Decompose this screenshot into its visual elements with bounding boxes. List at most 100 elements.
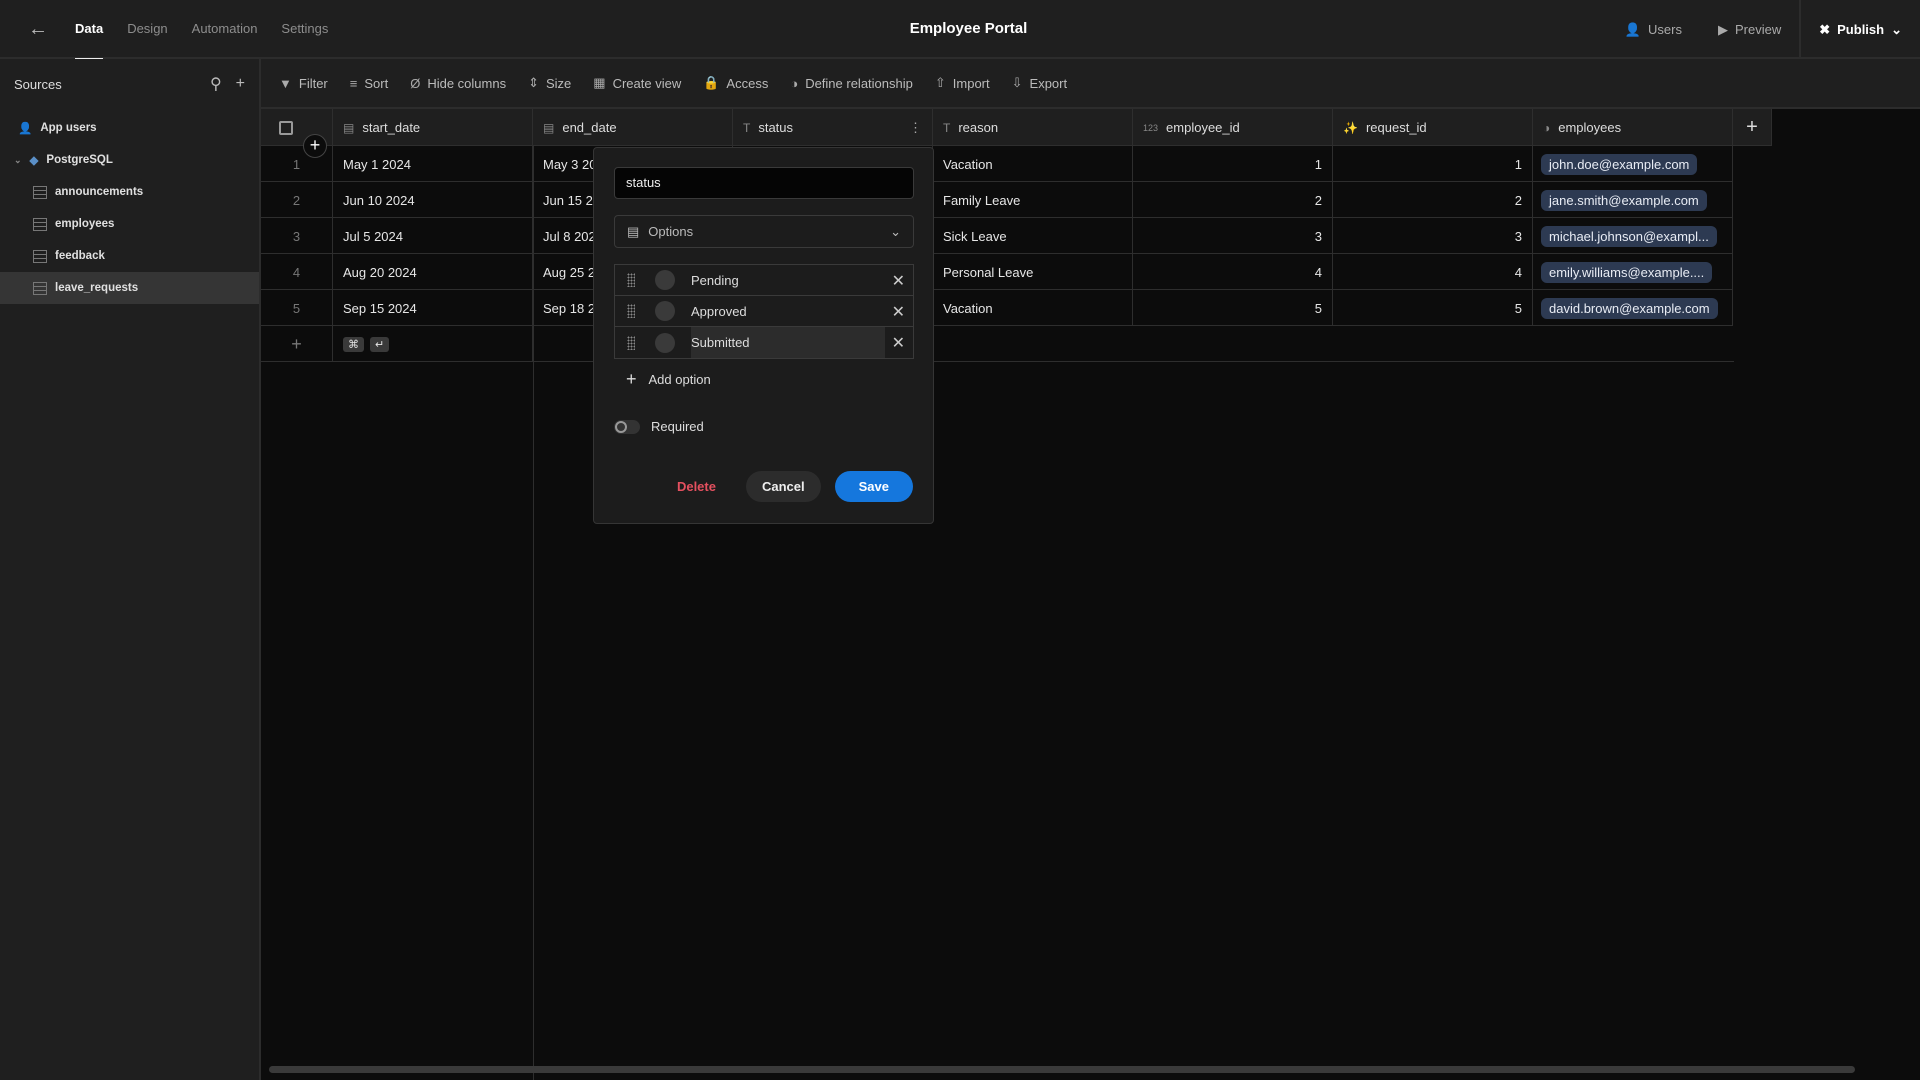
relationship-pill[interactable]: david.brown@example.com <box>1541 297 1718 319</box>
table-row[interactable]: 5 Sep 15 2024 Sep 18 2024 Vacation 5 5 david.b… <box>261 290 1733 326</box>
preview-button[interactable]: ▶ Preview <box>1700 22 1799 38</box>
users-button[interactable]: 👤 Users <box>1607 22 1700 38</box>
define-relationship-button[interactable]: ◑ Define relationship <box>790 76 913 91</box>
sidebar-item-announcements[interactable]: announcements <box>0 176 259 208</box>
relationship-pill[interactable]: john.doe@example.com <box>1541 153 1698 175</box>
option-color-picker[interactable] <box>655 270 675 290</box>
option-input[interactable]: Approved <box>691 296 913 327</box>
table-row[interactable]: 1 May 1 2024 May 3 2024 Vacation 1 1 john.doe@… <box>261 146 1733 182</box>
remove-option-icon[interactable]: ✕ <box>892 271 905 291</box>
cell-start_date[interactable]: May 1 2024 <box>333 146 533 182</box>
sidebar-item-label: announcements <box>55 186 144 198</box>
add-column-button[interactable]: + <box>1733 109 1772 146</box>
cell-request_id[interactable]: 4 <box>1333 254 1533 290</box>
filter-button[interactable]: ▼ Filter <box>279 76 328 91</box>
remove-option-icon[interactable]: ✕ <box>892 333 905 353</box>
sidebar-item-app-users[interactable]: 👤 App users <box>0 112 259 144</box>
cell-reason[interactable]: Vacation <box>933 290 1133 326</box>
delete-button[interactable]: Delete <box>661 471 732 502</box>
sidebar-item-leave-requests[interactable]: leave_requests <box>0 272 259 304</box>
cell-reason[interactable]: Sick Leave <box>933 218 1133 254</box>
import-label: Import <box>952 75 990 91</box>
relationship-pill[interactable]: jane.smith@example.com <box>1541 189 1707 211</box>
save-button[interactable]: Save <box>834 471 913 502</box>
table-row[interactable]: 2 Jun 10 2024 Jun 15 2024 Family Leave 2 2 jan… <box>261 182 1733 218</box>
cell-employee_id[interactable]: 2 <box>1133 182 1333 218</box>
relationship-pill[interactable]: michael.johnson@exampl... <box>1541 225 1717 247</box>
cell-request_id[interactable]: 3 <box>1333 218 1533 254</box>
column-header-status[interactable]: Tstatus ⋮ <box>733 109 933 146</box>
table-row[interactable]: 4 Aug 20 2024 Aug 25 2024 Personal Leave 4 4 e… <box>261 254 1733 290</box>
cell-employee_id[interactable]: 3 <box>1133 218 1333 254</box>
access-button[interactable]: 🔒 Access <box>703 75 768 91</box>
create-view-button[interactable]: ▦ Create view <box>593 75 681 91</box>
add-row-button[interactable]: + <box>261 326 333 362</box>
column-header-employee_id[interactable]: 123 employee_id <box>1133 109 1333 146</box>
import-button[interactable]: ⇧ Import <box>935 75 990 91</box>
export-button[interactable]: ⇩ Export <box>1012 75 1067 91</box>
cell-start_date[interactable]: Jul 5 2024 <box>333 218 533 254</box>
horizontal-scrollbar[interactable] <box>269 1066 1855 1073</box>
size-button[interactable]: ⇕ Size <box>528 75 571 91</box>
add-option-label: Add option <box>648 372 711 387</box>
size-label: Size <box>546 75 572 91</box>
sidebar-item-feedback[interactable]: feedback <box>0 240 259 272</box>
cell-employees[interactable]: john.doe@example.com <box>1533 146 1733 182</box>
sort-icon: ≡ <box>349 75 358 91</box>
column-name-input[interactable]: status <box>614 167 914 199</box>
column-header-label: start_date <box>362 120 421 135</box>
sidebar-item-employees[interactable]: employees <box>0 208 259 240</box>
cell-employees[interactable]: jane.smith@example.com <box>1533 182 1733 218</box>
column-menu-icon[interactable]: ⋮ <box>909 120 922 136</box>
cancel-button[interactable]: Cancel <box>745 471 821 502</box>
sort-button[interactable]: ≡ Sort <box>350 76 388 91</box>
select-all-checkbox[interactable] <box>279 120 293 135</box>
column-header-request_id[interactable]: ✨ request_id <box>1333 109 1533 146</box>
cell-reason[interactable]: Family Leave <box>933 182 1133 218</box>
add-column-left-button[interactable]: + <box>303 134 327 158</box>
column-header-reason[interactable]: Treason <box>933 109 1133 146</box>
required-toggle[interactable] <box>614 419 640 434</box>
add-option-button[interactable]: + Add option <box>626 369 711 390</box>
cell-employees[interactable]: michael.johnson@exampl... <box>1533 218 1733 254</box>
row-number: 2 <box>261 182 333 218</box>
number-type-icon: 123 <box>1143 122 1159 133</box>
table-icon <box>33 185 47 199</box>
column-type-select[interactable]: ▤ Options ⌄ <box>614 215 914 248</box>
hide-columns-button[interactable]: Ø Hide columns <box>410 76 506 91</box>
search-icon[interactable]: ⚲ <box>210 74 222 94</box>
cell-employee_id[interactable]: 5 <box>1133 290 1333 326</box>
export-label: Export <box>1029 75 1068 91</box>
publish-label: Publish <box>1837 22 1885 37</box>
cell-request_id[interactable]: 2 <box>1333 182 1533 218</box>
option-color-picker[interactable] <box>655 332 675 353</box>
cell-start_date[interactable]: Aug 20 2024 <box>333 254 533 290</box>
drag-handle-icon[interactable] <box>627 273 635 287</box>
cell-request_id[interactable]: 5 <box>1333 290 1533 326</box>
option-input[interactable]: Submitted <box>691 327 885 358</box>
sidebar-item-postgresql[interactable]: ⌄ ◆ PostgreSQL <box>0 144 259 176</box>
add-source-icon[interactable]: + <box>236 75 245 93</box>
remove-option-icon[interactable]: ✕ <box>892 302 905 322</box>
cell-request_id[interactable]: 1 <box>1333 146 1533 182</box>
cell-employees[interactable]: emily.williams@example.... <box>1533 254 1733 290</box>
cell-start_date[interactable]: Sep 15 2024 <box>333 290 533 326</box>
cell-reason[interactable]: Vacation <box>933 146 1133 182</box>
option-input[interactable]: Pending <box>691 265 913 296</box>
column-header-end_date[interactable]: ▤ end_date <box>533 109 733 146</box>
top-bar: ← Data Design Automation Settings Employ… <box>0 0 1920 61</box>
drag-handle-icon[interactable] <box>627 304 635 318</box>
cell-employee_id[interactable]: 4 <box>1133 254 1333 290</box>
table-row[interactable]: 3 Jul 5 2024 Jul 8 2024 Sick Leave 3 3 michael… <box>261 218 1733 254</box>
cell-employee_id[interactable]: 1 <box>1133 146 1333 182</box>
relationship-pill[interactable]: emily.williams@example.... <box>1541 261 1713 283</box>
toolbar: ▼ Filter ≡ Sort Ø Hide columns ⇕ Size ▦ Creat… <box>261 59 1920 109</box>
column-header-employees[interactable]: ◑ employees <box>1533 109 1733 146</box>
cell-employees[interactable]: david.brown@example.com <box>1533 290 1733 326</box>
cell-reason[interactable]: Personal Leave <box>933 254 1133 290</box>
drag-handle-icon[interactable] <box>627 335 635 350</box>
publish-button[interactable]: ✖ Publish ⌄ <box>1799 0 1920 59</box>
cell-start_date[interactable]: Jun 10 2024 <box>333 182 533 218</box>
column-header-start_date[interactable]: ▤ start_date <box>333 109 533 146</box>
option-color-picker[interactable] <box>655 301 675 321</box>
